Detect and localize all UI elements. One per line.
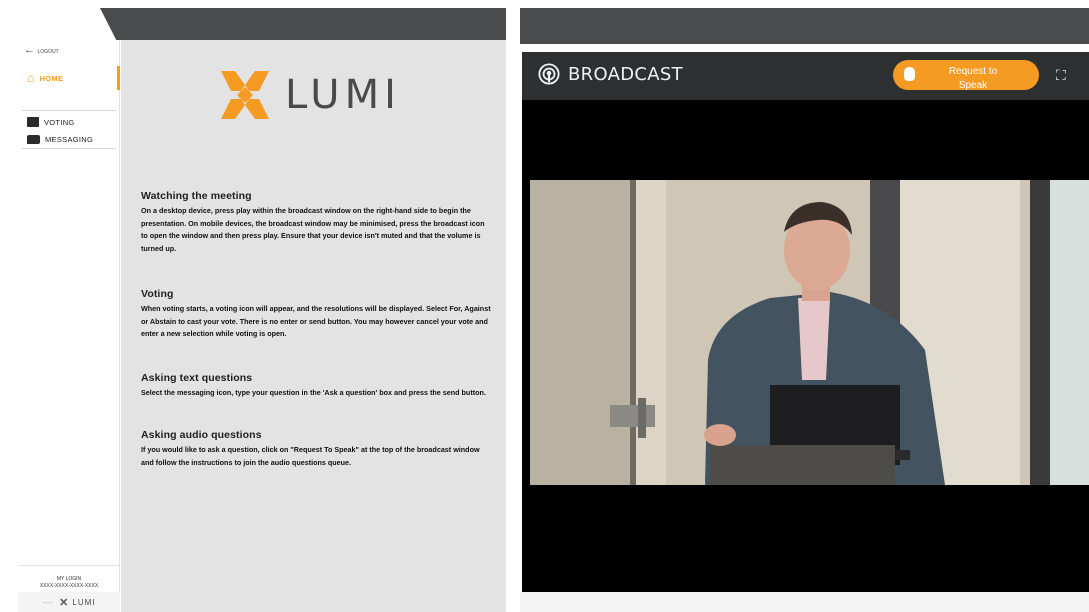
login-caption: MY LOGIN xyxy=(56,576,82,582)
section-body: Select the messaging icon, type your que… xyxy=(141,388,486,397)
brand-label: LUMI xyxy=(72,597,96,607)
messaging-icon xyxy=(27,134,40,144)
lumi-x-logo-icon xyxy=(221,71,269,119)
section-audio-questions: Asking audio questions If you would like… xyxy=(141,429,491,469)
panel-divider xyxy=(506,0,520,612)
logo-wordmark: LUMI xyxy=(285,72,401,118)
lumi-app-panel: ← LOGOUT ⌂ HOME VOTING MESSAGING MY LOGI… xyxy=(18,8,506,612)
sidebar: ← LOGOUT ⌂ HOME VOTING MESSAGING MY LOGI… xyxy=(18,40,120,612)
section-body: On a desktop device, press play within t… xyxy=(141,206,485,253)
broadcast-title-text: BROADCAST xyxy=(568,63,683,85)
back-arrow-icon: ← xyxy=(24,44,35,56)
video-still-image xyxy=(530,180,1089,485)
section-body: If you would like to ask a question, cli… xyxy=(141,445,480,467)
section-voting: Voting When voting starts, a voting icon… xyxy=(141,288,491,341)
login-id: XXXX-XXXX-XXXX-XXXX xyxy=(39,583,99,589)
brand-dash: ---- xyxy=(42,597,54,607)
login-info: MY LOGIN XXXX-XXXX-XXXX-XXXX xyxy=(18,565,120,590)
request-to-speak-button[interactable]: Request to Speak xyxy=(893,60,1039,93)
sidebar-item-messaging[interactable]: MESSAGING xyxy=(18,131,120,147)
home-content: LUMI Watching the meeting On a desktop d… xyxy=(121,40,506,612)
app-top-bar xyxy=(18,8,506,40)
broadcast-icon xyxy=(538,63,560,85)
lumi-x-icon: ✕ xyxy=(59,596,70,609)
logout-button[interactable]: ← LOGOUT xyxy=(24,44,59,56)
broadcast-header: BROADCAST Request to Speak ⛶ xyxy=(522,52,1089,100)
sidebar-brand: ---- ✕ LUMI xyxy=(18,592,120,612)
sidebar-item-label: VOTING xyxy=(44,117,75,127)
divider xyxy=(22,110,116,111)
request-to-speak-line1: Request to xyxy=(948,66,998,77)
section-heading: Watching the meeting xyxy=(141,190,252,202)
sidebar-item-voting[interactable]: VOTING xyxy=(18,114,120,130)
section-heading: Asking audio questions xyxy=(141,429,262,441)
broadcast-video-player[interactable] xyxy=(522,100,1089,592)
request-to-speak-label: Request to Speak xyxy=(933,65,1013,93)
request-to-speak-line2: Speak xyxy=(958,80,988,91)
bottom-strip xyxy=(520,592,1089,612)
section-body: When voting starts, a voting icon will a… xyxy=(141,304,491,339)
sidebar-item-label: MESSAGING xyxy=(45,134,94,144)
divider xyxy=(22,148,116,149)
video-frame xyxy=(530,180,1089,485)
logout-label: LOGOUT xyxy=(37,49,59,55)
lumi-logo: LUMI xyxy=(217,65,417,125)
broadcast-top-band xyxy=(520,8,1089,44)
home-icon: ⌂ xyxy=(27,71,35,85)
section-text-questions: Asking text questions Select the messagi… xyxy=(141,372,491,400)
section-watching: Watching the meeting On a desktop device… xyxy=(141,190,491,255)
sidebar-item-home[interactable]: ⌂ HOME xyxy=(18,66,120,90)
section-heading: Voting xyxy=(141,288,174,300)
header-band xyxy=(100,8,506,40)
fullscreen-icon[interactable]: ⛶ xyxy=(1056,67,1066,84)
broadcast-title: BROADCAST xyxy=(538,63,683,85)
section-heading: Asking text questions xyxy=(141,372,253,384)
sidebar-item-label: HOME xyxy=(39,73,64,83)
hand-icon xyxy=(904,67,915,81)
voting-icon xyxy=(27,117,39,127)
